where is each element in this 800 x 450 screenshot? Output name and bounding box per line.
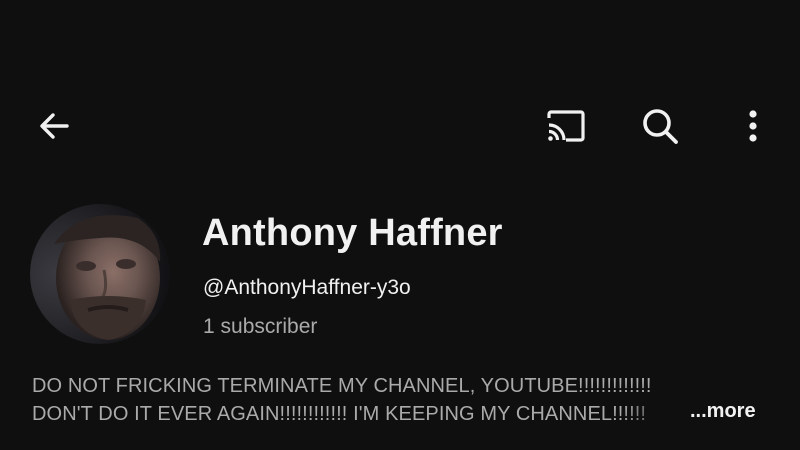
more-vert-icon bbox=[747, 108, 759, 144]
cast-button[interactable] bbox=[537, 98, 593, 154]
search-icon bbox=[639, 105, 681, 147]
arrow-left-icon bbox=[34, 106, 74, 146]
channel-handle: @AnthonyHaffner-y3o bbox=[203, 276, 411, 299]
cast-icon bbox=[542, 106, 588, 146]
back-button[interactable] bbox=[26, 98, 82, 154]
more-options-button[interactable] bbox=[725, 98, 781, 154]
description-more-link[interactable]: ...more bbox=[690, 400, 756, 423]
channel-name: Anthony Haffner bbox=[202, 212, 503, 254]
description-line-2: DON'T DO IT EVER AGAIN!!!!!!!!!!!! I'M K… bbox=[32, 403, 647, 425]
channel-description[interactable]: DO NOT FRICKING TERMINATE MY CHANNEL, YO… bbox=[32, 372, 772, 428]
description-fade bbox=[622, 400, 692, 428]
search-button[interactable] bbox=[632, 98, 688, 154]
description-line-2-wrap: DON'T DO IT EVER AGAIN!!!!!!!!!!!! I'M K… bbox=[32, 400, 692, 428]
channel-avatar[interactable] bbox=[30, 204, 170, 344]
description-line-1: DO NOT FRICKING TERMINATE MY CHANNEL, YO… bbox=[32, 375, 652, 397]
subscriber-count: 1 subscriber bbox=[203, 315, 318, 338]
top-app-bar bbox=[0, 90, 800, 162]
